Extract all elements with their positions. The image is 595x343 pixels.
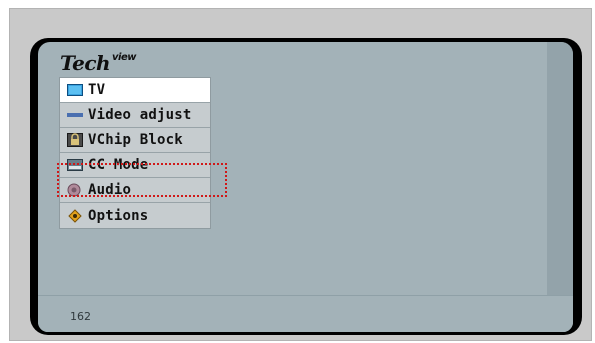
video-adjust-icon — [66, 108, 84, 122]
brand-logo-main: Tech — [60, 51, 111, 75]
menu-item-label: VChip Block — [88, 132, 183, 148]
vchip-lock-icon — [66, 133, 84, 147]
status-bar: 162 — [38, 295, 573, 332]
menu-item-vchip-block[interactable]: VChip Block — [60, 128, 210, 153]
tv-icon — [66, 83, 84, 97]
brand-logo-sup: view — [112, 52, 136, 63]
menu-item-tv[interactable]: TV — [60, 78, 210, 103]
screen-right-strip — [547, 42, 573, 332]
menu-item-options[interactable]: Options — [60, 203, 210, 228]
channel-number: 162 — [70, 310, 91, 323]
menu-item-label: TV — [88, 82, 106, 98]
options-gear-icon — [66, 208, 84, 223]
menu-item-label: Video adjust — [88, 107, 192, 123]
brand-logo: Tech view — [60, 52, 136, 74]
cc-mode-highlight-box — [57, 163, 227, 197]
main-menu: TV Video adjust VChip Block CC Mode Audi… — [59, 77, 211, 229]
menu-item-video-adjust[interactable]: Video adjust — [60, 103, 210, 128]
menu-item-label: Options — [88, 207, 149, 224]
